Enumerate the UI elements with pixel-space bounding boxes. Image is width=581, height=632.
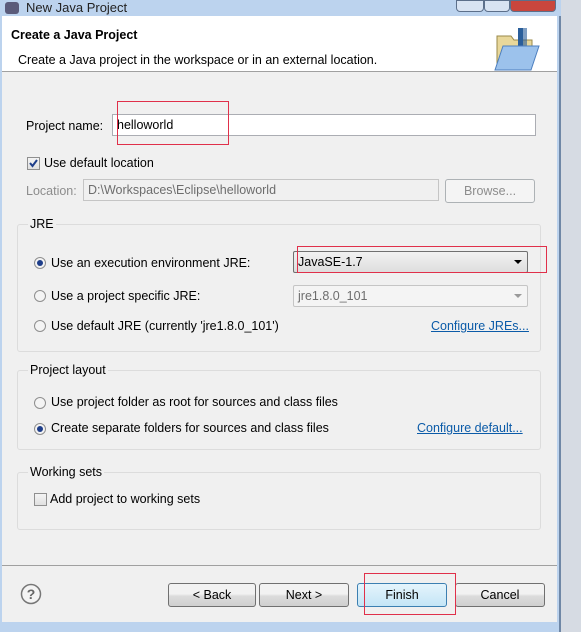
maximize-button[interactable]	[484, 0, 510, 12]
layout-separate-radio[interactable]	[34, 423, 46, 435]
configure-jres-link[interactable]: Configure JREs...	[431, 319, 529, 333]
project-layout-title: Project layout	[28, 363, 108, 377]
close-button[interactable]	[510, 0, 556, 12]
chevron-down-icon	[514, 294, 522, 298]
next-button[interactable]: Next >	[259, 583, 349, 607]
exec-env-jre-value: JavaSE-1.7	[298, 255, 363, 269]
location-label: Location:	[26, 184, 77, 198]
svg-text:?: ?	[27, 586, 36, 602]
configure-default-link[interactable]: Configure default...	[417, 421, 523, 435]
default-jre-radio[interactable]	[34, 320, 46, 332]
back-button[interactable]: < Back	[168, 583, 256, 607]
project-layout-group	[17, 370, 541, 450]
window-title: New Java Project	[26, 0, 128, 15]
exec-env-jre-select[interactable]: JavaSE-1.7	[293, 251, 528, 273]
finish-button[interactable]: Finish	[357, 583, 447, 607]
working-sets-title: Working sets	[28, 465, 105, 479]
project-specific-jre-value: jre1.8.0_101	[298, 289, 368, 303]
title-bar: New Java Project	[0, 0, 561, 16]
project-name-label: Project name:	[26, 119, 104, 133]
cancel-button[interactable]: Cancel	[455, 583, 545, 607]
project-specific-jre-select[interactable]: jre1.8.0_101	[293, 285, 528, 307]
exec-env-jre-radio[interactable]	[34, 257, 46, 269]
use-default-location-label: Use default location	[44, 156, 154, 170]
exec-env-jre-label: Use an execution environment JRE:	[51, 256, 251, 270]
add-to-working-sets-checkbox[interactable]	[34, 493, 47, 506]
default-jre-label: Use default JRE (currently 'jre1.8.0_101…	[51, 319, 279, 333]
page-description: Create a Java project in the workspace o…	[18, 53, 378, 67]
chevron-down-icon	[514, 260, 522, 264]
layout-separate-label: Create separate folders for sources and …	[51, 421, 329, 435]
app-icon	[5, 2, 19, 14]
project-specific-jre-label: Use a project specific JRE:	[51, 289, 201, 303]
java-folder-icon	[494, 28, 540, 71]
use-default-location-checkbox[interactable]	[27, 157, 40, 170]
layout-root-label: Use project folder as root for sources a…	[51, 395, 338, 409]
layout-root-radio[interactable]	[34, 397, 46, 409]
jre-group-title: JRE	[28, 217, 56, 231]
dialog-content: Create a Java Project Create a Java proj…	[2, 6, 557, 622]
location-input[interactable]	[83, 179, 439, 201]
project-name-input[interactable]	[112, 114, 536, 136]
button-bar-divider	[2, 565, 557, 566]
project-specific-jre-radio[interactable]	[34, 290, 46, 302]
minimize-button[interactable]	[456, 0, 484, 12]
page-title: Create a Java Project	[11, 28, 138, 42]
add-to-working-sets-label: Add project to working sets	[50, 492, 201, 506]
browse-button[interactable]: Browse...	[445, 179, 535, 203]
help-icon[interactable]: ?	[20, 583, 42, 605]
